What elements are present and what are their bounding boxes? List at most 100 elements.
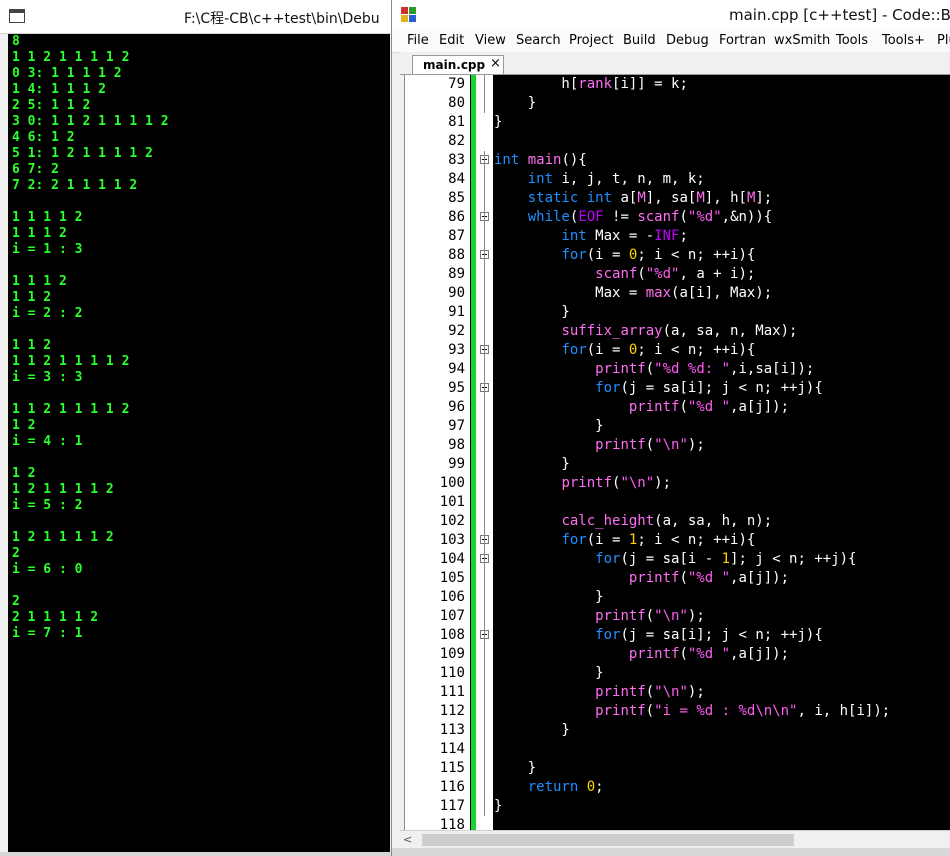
code-line[interactable]: 100 printf("\n"); [405, 474, 950, 493]
code-text: printf("\n"); [561, 475, 672, 491]
console-titlebar[interactable]: F:\C程-CB\c++test\bin\Debu [0, 0, 391, 34]
code-line[interactable]: 115 } [405, 759, 950, 778]
code-text: for(i = 0; i < n; ++i){ [561, 342, 756, 358]
line-number: 102 [439, 513, 465, 529]
code-line[interactable]: 96 printf("%d ",a[j]); [405, 398, 950, 417]
menu-edit[interactable]: Edit [439, 33, 464, 48]
code-text: printf("\n"); [595, 437, 705, 453]
line-number: 106 [439, 589, 465, 605]
line-number: 112 [439, 703, 465, 719]
menu-tools-plus[interactable]: Tools+ [882, 33, 925, 48]
code-line[interactable]: 97 } [405, 417, 950, 436]
line-number: 86 [448, 209, 465, 225]
code-line[interactable]: 105 printf("%d ",a[j]); [405, 569, 950, 588]
code-line[interactable]: 117} [405, 797, 950, 816]
code-line[interactable]: 95 for(j = sa[i]; j < n; ++j){ [405, 379, 950, 398]
code-line[interactable]: 83 int main(){ [405, 151, 950, 170]
code-line[interactable]: 112 printf("i = %d : %d\n\n", i, h[i]); [405, 702, 950, 721]
line-number: 87 [448, 228, 465, 244]
menu-wxsmith[interactable]: wxSmith [774, 33, 830, 48]
code-text: printf("%d ",a[j]); [628, 646, 790, 662]
code-line[interactable]: 101 [405, 493, 950, 512]
code-line[interactable]: 87 int Max = -INF; [405, 227, 950, 246]
menu-fortran[interactable]: Fortran [719, 33, 766, 48]
code-line[interactable]: 79 h[rank[i]] = k; [405, 75, 950, 94]
console-output-area[interactable]: 8 1 1 2 1 1 1 1 2 0 3: 1 1 1 1 2 1 4: 1 … [8, 34, 390, 852]
line-number: 90 [448, 285, 465, 301]
code-text: printf("%d ",a[j]); [628, 570, 790, 586]
line-number: 94 [448, 361, 465, 377]
menu-debug[interactable]: Debug [666, 33, 709, 48]
code-line[interactable]: 116 return 0; [405, 778, 950, 797]
code-line[interactable]: 94 printf("%d %d: ",i,sa[i]); [405, 360, 950, 379]
console-window-icon [9, 9, 25, 23]
tab-main-cpp[interactable]: main.cpp × [412, 55, 504, 74]
code-line[interactable]: 81} [405, 113, 950, 132]
menu-build[interactable]: Build [623, 33, 656, 48]
code-line[interactable]: 98 printf("\n"); [405, 436, 950, 455]
scrollbar-thumb[interactable] [422, 834, 794, 846]
menu-tools[interactable]: Tools [836, 33, 868, 48]
fold-guide-line [484, 151, 485, 816]
code-text: } [494, 456, 570, 472]
menu-file[interactable]: File [407, 33, 429, 48]
line-number: 97 [448, 418, 465, 434]
menu-project[interactable]: Project [569, 33, 613, 48]
code-line[interactable]: 92 suffix_array(a, sa, n, Max); [405, 322, 950, 341]
code-line[interactable]: 86 while(EOF != scanf("%d",&n)){ [405, 208, 950, 227]
code-text: h[rank[i]] = k; [494, 76, 688, 92]
line-number: 116 [439, 779, 465, 795]
code-line[interactable]: 88 for(i = 0; i < n; ++i){ [405, 246, 950, 265]
code-text: suffix_array(a, sa, n, Max); [561, 323, 798, 339]
code-text: int i, j, t, n, m, k; [527, 171, 705, 187]
code-line[interactable]: 89 scanf("%d", a + i); [405, 265, 950, 284]
close-icon[interactable]: × [490, 56, 501, 71]
code-text: } [494, 760, 537, 776]
line-number: 81 [448, 114, 465, 130]
ide-titlebar[interactable]: main.cpp [c++test] - Code::Blo [392, 0, 950, 31]
code-line[interactable]: 113 } [405, 721, 950, 740]
line-number: 92 [448, 323, 465, 339]
menu-search[interactable]: Search [516, 33, 561, 48]
code-line[interactable]: 99 } [405, 455, 950, 474]
code-line[interactable]: 107 printf("\n"); [405, 607, 950, 626]
line-number: 95 [448, 380, 465, 396]
line-number: 82 [448, 133, 465, 149]
code-line[interactable]: 108 for(j = sa[i]; j < n; ++j){ [405, 626, 950, 645]
code-line[interactable]: 80 } [405, 94, 950, 113]
menu-bar: File Edit View Search Project Build Debu… [392, 30, 950, 53]
code-line[interactable]: 114 [405, 740, 950, 759]
code-text: } [494, 95, 537, 111]
code-line[interactable]: 85 static int a[M], sa[M], h[M]; [405, 189, 950, 208]
line-number: 108 [439, 627, 465, 643]
menu-plugins[interactable]: Plu [937, 33, 950, 48]
code-line[interactable]: 111 printf("\n"); [405, 683, 950, 702]
code-text: while(EOF != scanf("%d",&n)){ [527, 209, 773, 225]
fold-guide-line [484, 75, 485, 113]
code-line[interactable]: 104 for(j = sa[i - 1]; j < n; ++j){ [405, 550, 950, 569]
code-line[interactable]: 91 } [405, 303, 950, 322]
code-line[interactable]: 82 [405, 132, 950, 151]
code-line[interactable]: 84 int i, j, t, n, m, k; [405, 170, 950, 189]
code-line[interactable]: 106 } [405, 588, 950, 607]
horizontal-scrollbar[interactable]: < [400, 830, 950, 849]
code-line[interactable]: 118 [405, 816, 950, 830]
code-line[interactable]: 110 } [405, 664, 950, 683]
line-number: 96 [448, 399, 465, 415]
code-line[interactable]: 102 calc_height(a, sa, h, n); [405, 512, 950, 531]
scroll-left-icon[interactable]: < [403, 833, 412, 846]
line-number: 109 [439, 646, 465, 662]
line-number: 98 [448, 437, 465, 453]
line-number: 103 [439, 532, 465, 548]
line-number: 80 [448, 95, 465, 111]
console-output-text: 8 1 1 2 1 1 1 1 2 0 3: 1 1 1 1 2 1 4: 1 … [12, 34, 169, 641]
code-text: } [494, 722, 570, 738]
code-line[interactable]: 103 for(i = 1; i < n; ++i){ [405, 531, 950, 550]
code-line[interactable]: 109 printf("%d ",a[j]); [405, 645, 950, 664]
code-text: for(i = 1; i < n; ++i){ [561, 532, 756, 548]
code-editor[interactable]: 79 h[rank[i]] = k; 80 } 81} 82 83 int main(){… [404, 75, 950, 830]
code-line[interactable]: 90 Max = max(a[i], Max); [405, 284, 950, 303]
menu-view[interactable]: View [475, 33, 506, 48]
code-line[interactable]: 93 for(i = 0; i < n; ++i){ [405, 341, 950, 360]
ide-window: main.cpp [c++test] - Code::Blo File Edit… [392, 0, 950, 856]
